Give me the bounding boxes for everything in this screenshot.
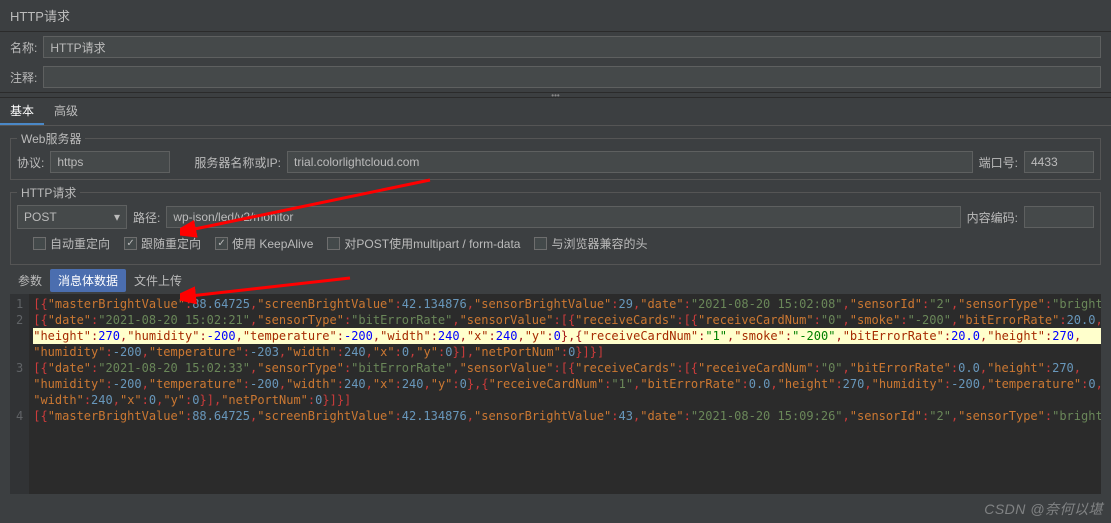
code-line[interactable]: "width":240,"x":0,"y":0}],"netPortNum":0… <box>33 392 1101 408</box>
main-tabs: 基本高级 <box>0 98 1111 126</box>
chevron-down-icon: ▾ <box>114 210 120 224</box>
checkbox-label: 与浏览器兼容的头 <box>551 235 647 252</box>
checkbox-box-icon: ✓ <box>124 237 137 250</box>
httpreq-group: HTTP请求 POST ▾ 路径: 内容编码: 自动重定向 ✓ 跟随重定向 ✓ 使用 K… <box>10 184 1101 265</box>
line-number: 2 <box>16 312 23 328</box>
checkbox-box-icon <box>534 237 547 250</box>
port-label: 端口号: <box>979 154 1018 171</box>
checkbox-box-icon <box>33 237 46 250</box>
server-input[interactable] <box>287 151 973 173</box>
line-number: 4 <box>16 408 23 424</box>
line-number: 1 <box>16 296 23 312</box>
gutter: 12 3 4 <box>10 294 29 494</box>
checkbox-box-icon: ✓ <box>215 237 228 250</box>
httpreq-legend: HTTP请求 <box>17 184 80 201</box>
checkbox-自动重定向[interactable]: 自动重定向 <box>33 235 110 252</box>
checkbox-使用 KeepAlive[interactable]: ✓ 使用 KeepAlive <box>215 235 313 252</box>
protocol-label: 协议: <box>17 154 44 171</box>
subtab-消息体数据[interactable]: 消息体数据 <box>50 269 126 292</box>
comment-label: 注释: <box>10 69 37 86</box>
path-label: 路径: <box>133 209 160 226</box>
checkbox-label: 使用 KeepAlive <box>232 235 313 252</box>
name-input[interactable] <box>43 36 1101 58</box>
webserver-group: Web服务器 协议: 服务器名称或IP: 端口号: <box>10 130 1101 180</box>
checkbox-与浏览器兼容的头[interactable]: 与浏览器兼容的头 <box>534 235 647 252</box>
encoding-label: 内容编码: <box>967 209 1018 226</box>
body-subtabs: 参数消息体数据文件上传 <box>0 267 1111 294</box>
line-number <box>16 344 23 360</box>
code-line[interactable]: [{"date":"2021-08-20 15:02:33","sensorTy… <box>33 360 1101 376</box>
code-line[interactable]: "height":270,"humidity":-200,"temperatur… <box>33 328 1101 344</box>
checkbox-跟随重定向[interactable]: ✓ 跟随重定向 <box>124 235 201 252</box>
method-value: POST <box>24 210 57 224</box>
tab-基本[interactable]: 基本 <box>0 98 44 125</box>
line-number <box>16 376 23 392</box>
method-select[interactable]: POST ▾ <box>17 205 127 229</box>
checkbox-box-icon <box>327 237 340 250</box>
code-lines[interactable]: [{"masterBrightValue":88.64725,"screenBr… <box>29 294 1101 494</box>
protocol-input[interactable] <box>50 151 170 173</box>
comment-input[interactable] <box>43 66 1101 88</box>
code-line[interactable]: [{"masterBrightValue":88.64725,"screenBr… <box>33 296 1101 312</box>
comment-row: 注释: <box>0 62 1111 92</box>
code-line[interactable]: "humidity":-200,"temperature":-203,"widt… <box>33 344 1101 360</box>
name-row: 名称: <box>0 32 1111 62</box>
subtab-参数[interactable]: 参数 <box>10 269 50 292</box>
line-number <box>16 328 23 344</box>
tab-高级[interactable]: 高级 <box>44 98 88 125</box>
checkbox-对POST使用multipart / form-data[interactable]: 对POST使用multipart / form-data <box>327 235 520 252</box>
encoding-input[interactable] <box>1024 206 1094 228</box>
code-editor[interactable]: 12 3 4 [{"masterBrightValue":88.64725,"s… <box>10 294 1101 494</box>
code-line[interactable]: [{"date":"2021-08-20 15:02:21","sensorTy… <box>33 312 1101 328</box>
checkbox-label: 自动重定向 <box>50 235 110 252</box>
code-line[interactable]: "humidity":-200,"temperature":-200,"widt… <box>33 376 1101 392</box>
panel-title: HTTP请求 <box>0 0 1111 32</box>
code-line[interactable]: [{"masterBrightValue":88.64725,"screenBr… <box>33 408 1101 424</box>
checkbox-row: 自动重定向 ✓ 跟随重定向 ✓ 使用 KeepAlive 对POST使用multipart… <box>17 229 1094 258</box>
name-label: 名称: <box>10 39 37 56</box>
line-number: 3 <box>16 360 23 376</box>
subtab-文件上传[interactable]: 文件上传 <box>126 269 190 292</box>
server-label: 服务器名称或IP: <box>194 154 281 171</box>
watermark: CSDN @奈何以堪 <box>984 499 1103 519</box>
webserver-legend: Web服务器 <box>17 130 85 147</box>
checkbox-label: 对POST使用multipart / form-data <box>344 235 520 252</box>
checkbox-label: 跟随重定向 <box>141 235 201 252</box>
port-input[interactable] <box>1024 151 1094 173</box>
line-number <box>16 392 23 408</box>
path-input[interactable] <box>166 206 960 228</box>
